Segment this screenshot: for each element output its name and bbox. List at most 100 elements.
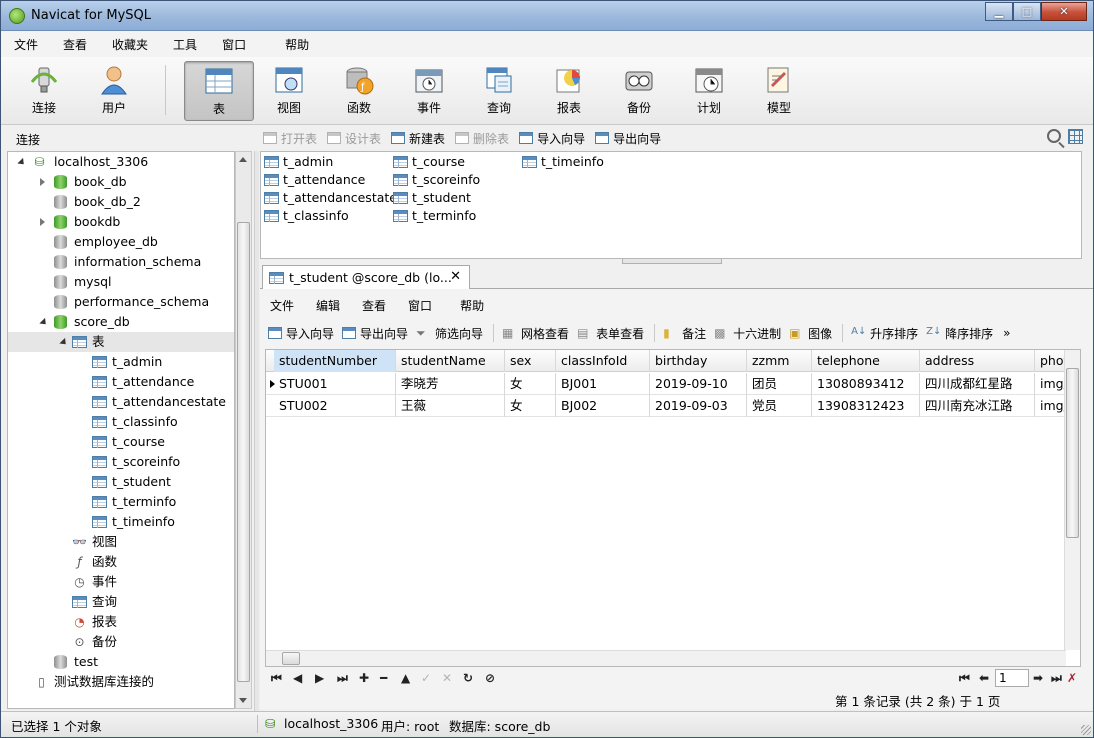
tree-group-reports[interactable]: ◔ 报表 bbox=[8, 612, 234, 632]
scroll-up-icon[interactable] bbox=[239, 157, 247, 162]
cell-telephone[interactable]: 13080893412 bbox=[812, 373, 920, 395]
sort-descending-button[interactable]: Z↓ 降序排序 bbox=[926, 325, 993, 342]
grid-view-button[interactable]: ▦ 网格查看 bbox=[502, 325, 569, 342]
cell-studentName[interactable]: 李晓芳 bbox=[396, 373, 505, 395]
column-header-sex[interactable]: sex bbox=[505, 350, 556, 372]
tree-group-tables[interactable]: 表 bbox=[8, 332, 234, 352]
tree-group-backups[interactable]: ⊙ 备份 bbox=[8, 632, 234, 652]
cell-classInfoId[interactable]: BJ001 bbox=[556, 373, 650, 395]
toolbar-view-button[interactable]: 视图 bbox=[254, 61, 324, 121]
prev-page-icon[interactable]: ⬅ bbox=[979, 671, 989, 685]
expand-arrow-icon[interactable] bbox=[59, 337, 69, 348]
tree-table-t_timeinfo[interactable]: t_timeinfo bbox=[8, 512, 234, 532]
delete-table-button[interactable]: 删除表 bbox=[455, 130, 509, 147]
column-header-photo[interactable]: phot bbox=[1035, 350, 1066, 372]
toolbar-schedule-button[interactable]: 计划 bbox=[674, 61, 744, 121]
scroll-thumb[interactable] bbox=[1066, 368, 1079, 538]
collapse-arrow-icon[interactable] bbox=[40, 218, 45, 226]
editor-menu-file[interactable]: 文件 bbox=[260, 297, 306, 314]
page-number-input[interactable]: 1 bbox=[995, 669, 1029, 687]
tree-db-information_schema[interactable]: information_schema bbox=[8, 252, 234, 272]
cell-zzmm[interactable]: 党员 bbox=[747, 395, 812, 417]
menu-window[interactable]: 窗口 bbox=[209, 36, 258, 53]
toolbar-overflow-icon[interactable]: » bbox=[1003, 326, 1010, 340]
first-page-icon[interactable]: ⏮ bbox=[959, 671, 970, 686]
prev-record-icon[interactable]: ◀ bbox=[293, 671, 302, 685]
settings-tools-icon[interactable]: ✗ bbox=[1067, 671, 1077, 685]
editor-menu-view[interactable]: 查看 bbox=[352, 297, 398, 314]
editor-menu-edit[interactable]: 编辑 bbox=[306, 297, 352, 314]
grid-vertical-scrollbar[interactable] bbox=[1064, 350, 1080, 650]
tree-scrollbar[interactable] bbox=[235, 151, 252, 709]
import-wizard-button[interactable]: 导入向导 bbox=[268, 325, 334, 342]
form-view-button[interactable]: ▤ 表单查看 bbox=[577, 325, 644, 342]
object-t_terminfo[interactable]: t_terminfo bbox=[392, 207, 476, 225]
apply-changes-icon[interactable]: ✓ bbox=[421, 671, 431, 685]
hex-button[interactable]: ▩ 十六进制 bbox=[714, 325, 781, 342]
pane-splitter[interactable] bbox=[254, 151, 259, 711]
tree-table-t_terminfo[interactable]: t_terminfo bbox=[8, 492, 234, 512]
scroll-thumb[interactable] bbox=[237, 222, 250, 682]
grid-horizontal-scrollbar[interactable] bbox=[266, 650, 1066, 666]
open-table-button[interactable]: 打开表 bbox=[263, 130, 317, 147]
cell-zzmm[interactable]: 团员 bbox=[747, 373, 812, 395]
first-record-icon[interactable]: ⏮ bbox=[271, 671, 282, 686]
tree-table-t_admin[interactable]: t_admin bbox=[8, 352, 234, 372]
toolbar-function-button[interactable]: ƒ 函数 bbox=[324, 61, 394, 121]
object-t_classinfo[interactable]: t_classinfo bbox=[263, 207, 349, 225]
tree-db-score_db[interactable]: score_db bbox=[8, 312, 234, 332]
resize-grip[interactable] bbox=[1081, 725, 1091, 735]
import-wizard-button[interactable]: 导入向导 bbox=[519, 130, 585, 147]
cell-photo[interactable]: img/ bbox=[1035, 373, 1066, 395]
close-button[interactable]: ✕ bbox=[1041, 2, 1087, 21]
search-icon[interactable] bbox=[1047, 129, 1061, 143]
tree-db-book_db_2[interactable]: book_db_2 bbox=[8, 192, 234, 212]
object-t_course[interactable]: t_course bbox=[392, 153, 465, 171]
object-t_attendancestate[interactable]: t_attendancestate bbox=[263, 189, 397, 207]
tree-table-t_student[interactable]: t_student bbox=[8, 472, 234, 492]
cell-address[interactable]: 四川南充冰江路 bbox=[920, 395, 1035, 417]
cell-studentName[interactable]: 王薇 bbox=[396, 395, 505, 417]
filter-wizard-button[interactable]: ⏷ 筛选向导 bbox=[416, 325, 483, 342]
image-button[interactable]: ▣ 图像 bbox=[789, 325, 832, 342]
toolbar-backup-button[interactable]: 备份 bbox=[604, 61, 674, 121]
export-wizard-button[interactable]: 导出向导 bbox=[342, 325, 408, 342]
toolbar-connection-button[interactable]: 连接 bbox=[9, 61, 79, 121]
object-t_student[interactable]: t_student bbox=[392, 189, 471, 207]
menu-tools[interactable]: 工具 bbox=[160, 36, 209, 53]
table-row[interactable]: STU002 王薇 女 BJ002 2019-09-03 党员 13908312… bbox=[266, 395, 1066, 417]
stop-icon[interactable]: ⊘ bbox=[485, 671, 495, 685]
menu-favorites[interactable]: 收藏夹 bbox=[99, 36, 160, 53]
tree-table-t_scoreinfo[interactable]: t_scoreinfo bbox=[8, 452, 234, 472]
tree-connection-localhost[interactable]: ⛁ localhost_3306 bbox=[8, 152, 234, 172]
editor-menu-help[interactable]: 帮助 bbox=[450, 297, 496, 314]
tree-db-employee_db[interactable]: employee_db bbox=[8, 232, 234, 252]
menu-file[interactable]: 文件 bbox=[1, 36, 50, 53]
toolbar-query-button[interactable]: 查询 bbox=[464, 61, 534, 121]
cell-sex[interactable]: 女 bbox=[505, 373, 556, 395]
tree-group-views[interactable]: 👓 视图 bbox=[8, 532, 234, 552]
tree-table-t_attendancestate[interactable]: t_attendancestate bbox=[8, 392, 234, 412]
new-table-button[interactable]: 新建表 bbox=[391, 130, 445, 147]
tree-table-t_course[interactable]: t_course bbox=[8, 432, 234, 452]
cell-studentNumber[interactable]: STU002 bbox=[274, 395, 396, 417]
sort-ascending-button[interactable]: A↓ 升序排序 bbox=[851, 325, 918, 342]
cell-telephone[interactable]: 13908312423 bbox=[812, 395, 920, 417]
tree-db-book_db[interactable]: book_db bbox=[8, 172, 234, 192]
cell-studentNumber[interactable]: STU001 bbox=[274, 373, 396, 395]
cell-birthday[interactable]: 2019-09-03 bbox=[650, 395, 747, 417]
cell-sex[interactable]: 女 bbox=[505, 395, 556, 417]
toolbar-user-button[interactable]: 用户 bbox=[79, 61, 149, 121]
last-record-icon[interactable]: ⏭ bbox=[337, 671, 348, 686]
tree-table-t_attendance[interactable]: t_attendance bbox=[8, 372, 234, 392]
discard-changes-icon[interactable]: ✕ bbox=[442, 671, 452, 685]
toolbar-model-button[interactable]: 模型 bbox=[744, 61, 814, 121]
tree-db-performance_schema[interactable]: performance_schema bbox=[8, 292, 234, 312]
menu-view[interactable]: 查看 bbox=[50, 36, 99, 53]
column-header-address[interactable]: address bbox=[920, 350, 1035, 372]
collapse-arrow-icon[interactable] bbox=[40, 178, 45, 186]
tree-table-t_classinfo[interactable]: t_classinfo bbox=[8, 412, 234, 432]
last-page-icon[interactable]: ⏭ bbox=[1051, 671, 1062, 686]
cell-classInfoId[interactable]: BJ002 bbox=[556, 395, 650, 417]
expand-arrow-icon[interactable] bbox=[39, 317, 49, 328]
